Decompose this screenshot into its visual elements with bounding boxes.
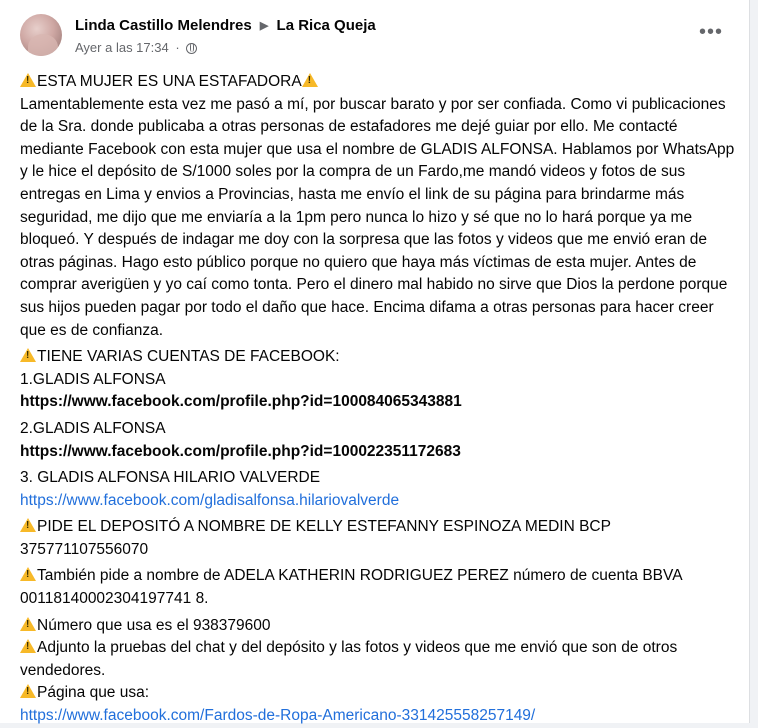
warning-icon (20, 73, 36, 87)
deposit-note: PIDE EL DEPOSITÓ A NOMBRE DE KELLY ESTEF… (20, 518, 611, 558)
warning-icon (20, 639, 36, 654)
warning-icon (20, 348, 36, 363)
account-2-name: 2.GLADIS ALFONSA (20, 419, 166, 437)
page-label: Página que usa: (37, 684, 150, 702)
post-header: Linda Castillo Melendres ▶ La Rica Queja… (20, 14, 729, 60)
account-1-name: 1.GLADIS ALFONSA (20, 370, 166, 388)
attach-note: Adjunto la pruebas del chat y del depósi… (20, 639, 678, 679)
deposit-2-paragraph: También pide a nombre de ADELA KATHERIN … (20, 565, 736, 610)
account-3-name: 3. GLADIS ALFONSA HILARIO VALVERDE (20, 469, 321, 487)
deposit-note-2: También pide a nombre de ADELA KATHERIN … (20, 567, 682, 608)
story-paragraph: Lamentablemente esta vez me pasó a mí, p… (20, 95, 735, 339)
account-1-url: https://www.facebook.com/profile.php?id=… (20, 393, 462, 411)
accounts-heading-paragraph: TIENE VARIAS CUENTAS DE FACEBOOK: (20, 346, 736, 369)
attach-paragraph: Adjunto la pruebas del chat y del depósi… (20, 637, 736, 682)
account-2-url: https://www.facebook.com/profile.php?id=… (20, 442, 461, 460)
post-timestamp[interactable]: Ayer a las 17:34 (75, 40, 169, 55)
meta-separator: · (175, 40, 180, 55)
accounts-heading: TIENE VARIAS CUENTAS DE FACEBOOK: (37, 348, 340, 366)
phone-paragraph: Número que usa es el 938379600 (20, 615, 736, 638)
post-card: Linda Castillo Melendres ▶ La Rica Queja… (0, 0, 750, 724)
post-body: ESTA MUJER ES UNA ESTAFADORA Lamentablem… (20, 71, 736, 728)
post-title-line: Linda Castillo Melendres ▶ La Rica Queja (75, 17, 376, 34)
deposit-paragraph: PIDE EL DEPOSITÓ A NOMBRE DE KELLY ESTEF… (20, 516, 736, 561)
warning-icon (20, 684, 36, 699)
globe-icon[interactable] (186, 43, 198, 54)
more-options-button[interactable]: ••• (693, 22, 729, 50)
post-title-paragraph: ESTA MUJER ES UNA ESTAFADORA (20, 71, 736, 94)
phone-note: Número que usa es el 938379600 (37, 616, 271, 634)
post-meta: Ayer a las 17:34 · (75, 40, 198, 55)
triangle-right-icon: ▶ (259, 20, 269, 32)
warning-icon (20, 518, 36, 533)
group-name[interactable]: La Rica Queja (277, 17, 376, 34)
page-paragraph: Página que usa: (20, 682, 736, 705)
author-avatar[interactable] (20, 14, 62, 56)
author-name[interactable]: Linda Castillo Melendres (75, 17, 252, 34)
post-heading: ESTA MUJER ES UNA ESTAFADORA (37, 73, 302, 90)
warning-icon (20, 567, 36, 582)
warning-icon (301, 73, 318, 87)
page-link[interactable]: https://www.facebook.com/Fardos-de-Ropa-… (20, 707, 535, 724)
warning-icon (20, 616, 36, 631)
account-3-link[interactable]: https://www.facebook.com/gladisalfonsa.h… (20, 492, 399, 509)
